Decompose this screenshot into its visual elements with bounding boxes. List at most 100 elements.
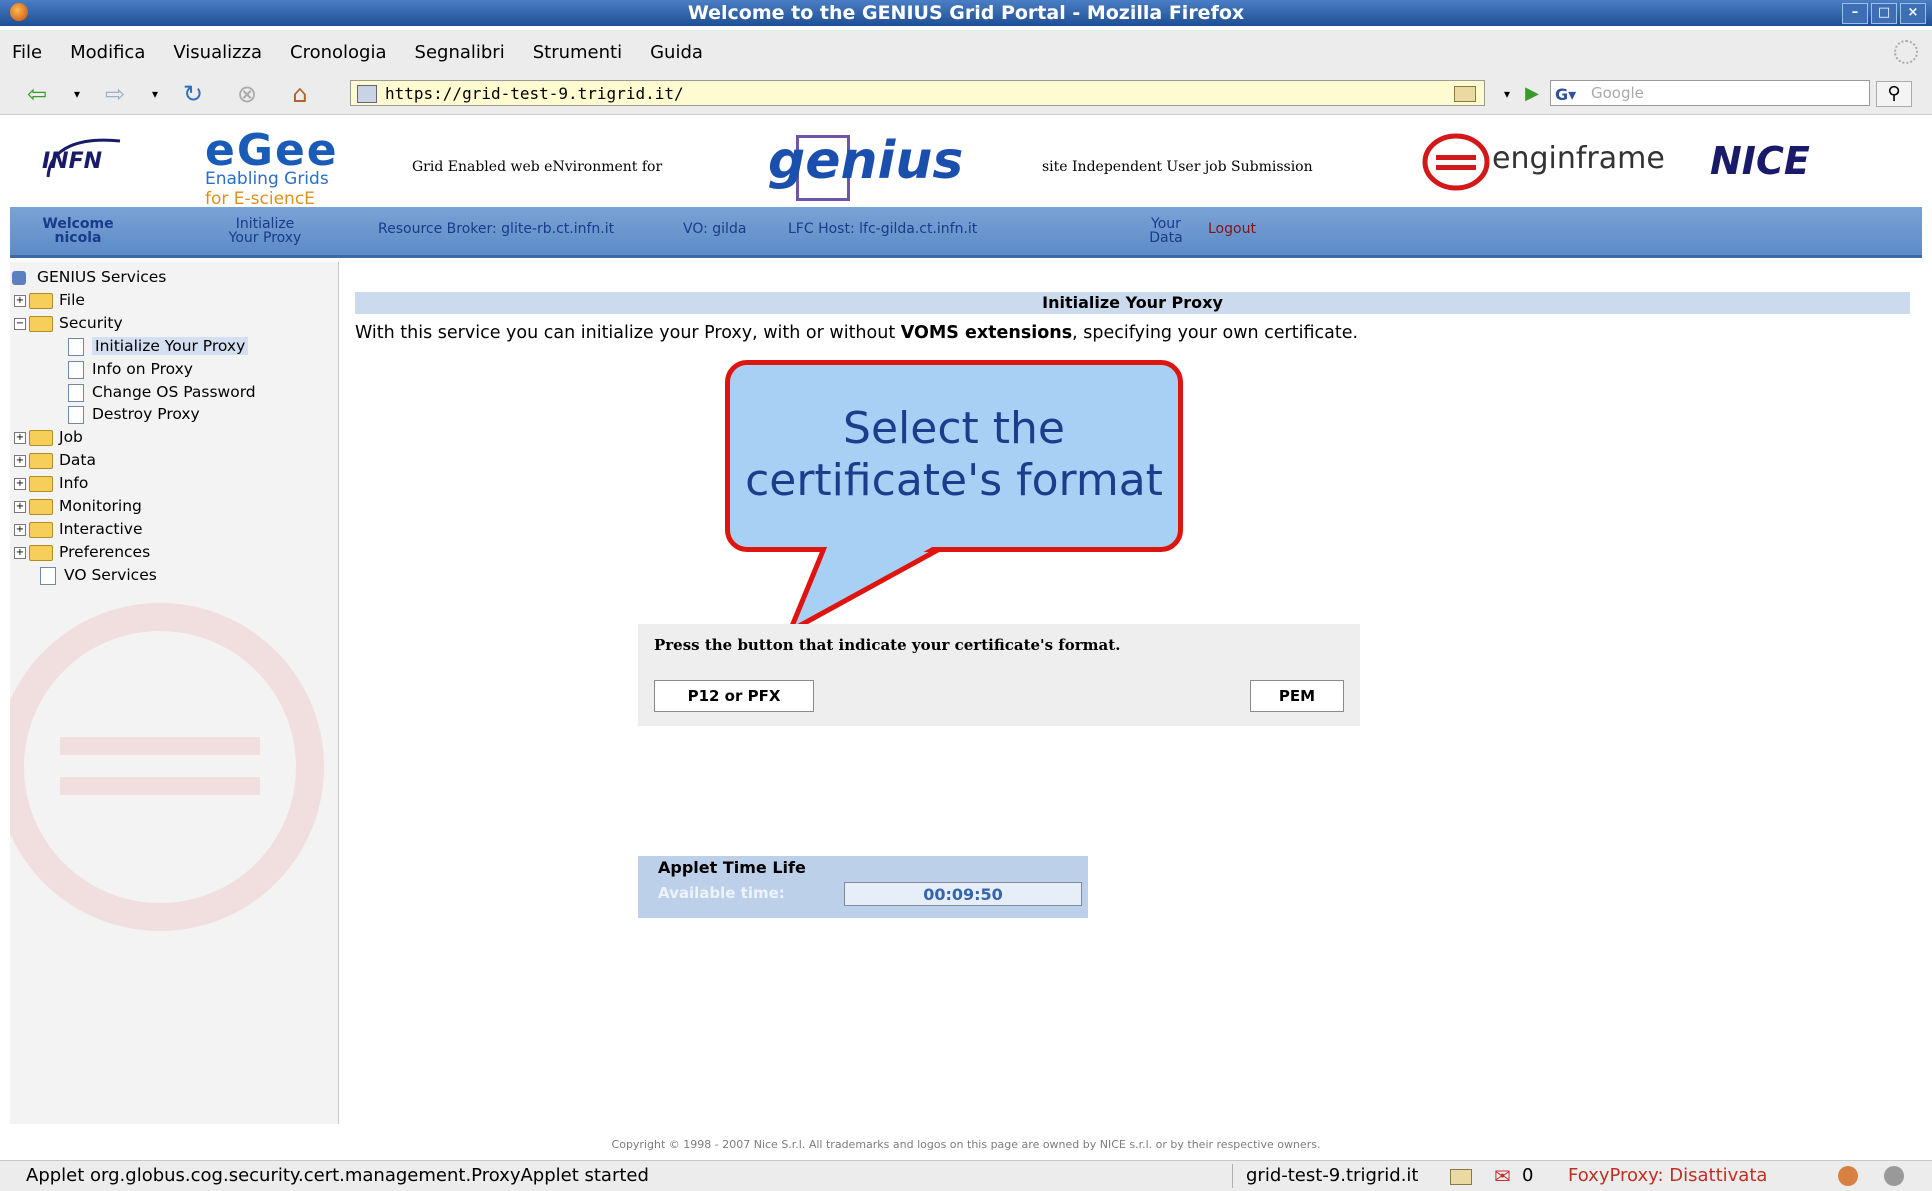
forward-history-dropdown[interactable]: ▾ <box>140 80 170 108</box>
genius-acronym-left: Grid Enabled web eNvironment for <box>412 159 663 175</box>
expand-icon[interactable]: + <box>14 523 26 536</box>
available-time-value: 00:09:50 <box>844 882 1082 906</box>
enginframe-logo: enginframe <box>1422 133 1665 191</box>
expand-icon[interactable]: + <box>14 431 26 444</box>
expand-icon[interactable]: + <box>14 454 26 467</box>
expand-icon[interactable]: + <box>14 477 26 490</box>
lock-icon <box>1454 86 1476 102</box>
resource-broker: Resource Broker: glite-rb.ct.infn.it <box>378 221 615 237</box>
certificate-format-label: Press the button that indicate your cert… <box>654 636 1121 654</box>
menu-segnalibri[interactable]: Segnalibri <box>415 42 505 63</box>
back-arrow-icon[interactable]: ⇦ <box>22 80 52 108</box>
mail-count: 0 <box>1522 1165 1534 1186</box>
go-icon[interactable]: ▶ <box>1517 80 1547 108</box>
page-title: Initialize Your Proxy <box>355 292 1910 314</box>
tree-item-data[interactable]: + Data <box>14 449 96 471</box>
expand-icon[interactable]: + <box>14 294 26 307</box>
username: nicola <box>54 230 102 246</box>
tree-item-job[interactable]: + Job <box>14 426 83 448</box>
google-engine-icon: G▾ <box>1555 85 1577 104</box>
tree-item-initialize-proxy[interactable]: Initialize Your Proxy <box>68 335 249 357</box>
expand-icon[interactable]: + <box>14 500 26 513</box>
window-title: Welcome to the GENIUS Grid Portal - Mozi… <box>687 2 1245 24</box>
collapse-icon[interactable]: − <box>14 317 26 330</box>
search-input[interactable]: G▾ Google <box>1550 80 1870 106</box>
menu-guida[interactable]: Guida <box>650 42 703 63</box>
foxyproxy-status[interactable]: FoxyProxy: Disattivata <box>1568 1161 1767 1191</box>
menu-visualizza[interactable]: Visualizza <box>173 42 262 63</box>
lfc-host: LFC Host: lfc-gilda.ct.infn.it <box>788 221 978 237</box>
folder-icon <box>29 292 53 309</box>
tree-item-interactive[interactable]: + Interactive <box>14 518 143 540</box>
egee-logo: eGee Enabling Grids for E-sciencE <box>205 125 339 210</box>
document-icon <box>68 383 84 402</box>
applet-time-life-panel: Applet Time Life Available time: 00:09:5… <box>638 856 1088 918</box>
status-message: Applet org.globus.cog.security.cert.mana… <box>26 1165 649 1186</box>
search-placeholder: Google <box>1591 84 1644 102</box>
vo-label: VO: gilda <box>683 221 747 237</box>
genius-logo: genius <box>768 133 963 201</box>
folder-icon <box>29 498 53 515</box>
navigation-toolbar: ⇦ ▾ ⇨ ▾ ↻ ⊗ ⌂ https://grid-test-9.trigri… <box>0 74 1932 115</box>
expand-icon[interactable]: + <box>14 546 26 559</box>
menu-strumenti[interactable]: Strumenti <box>533 42 622 63</box>
status-bar: Applet org.globus.cog.security.cert.mana… <box>0 1160 1932 1191</box>
lock-status-icon <box>1450 1169 1472 1185</box>
folder-icon <box>29 544 53 561</box>
url-text: https://grid-test-9.trigrid.it/ <box>385 84 684 103</box>
menubar: File Modifica Visualizza Cronologia Segn… <box>0 30 1932 74</box>
back-history-dropdown[interactable]: ▾ <box>62 80 92 108</box>
document-icon <box>68 360 84 379</box>
maximize-button[interactable]: □ <box>1871 3 1897 24</box>
document-icon <box>40 566 56 585</box>
copyright-text: Copyright © 1998 - 2007 Nice S.r.l. All … <box>611 1138 1321 1151</box>
tree-item-change-password[interactable]: Change OS Password <box>68 381 256 403</box>
throbber-icon <box>1894 40 1918 64</box>
services-tree: GENIUS Services + File − Security Initiali… <box>10 262 339 1124</box>
portal-navbar: Welcome nicola Initialize Your Proxy Res… <box>10 207 1922 258</box>
p12-pfx-button[interactable]: P12 or PFX <box>654 680 814 712</box>
menu-cronologia[interactable]: Cronologia <box>290 42 386 63</box>
window-titlebar: Welcome to the GENIUS Grid Portal - Mozi… <box>0 0 1932 26</box>
main-content: Initialize Your Proxy With this service … <box>345 262 1922 1124</box>
page-description: With this service you can initialize you… <box>355 323 1359 343</box>
addon-icon[interactable] <box>1884 1166 1904 1186</box>
pem-button[interactable]: PEM <box>1250 680 1344 712</box>
logout-link[interactable]: Logout <box>1208 222 1256 236</box>
stop-icon[interactable]: ⊗ <box>232 80 262 108</box>
tree-item-info-proxy[interactable]: Info on Proxy <box>68 358 193 380</box>
folder-icon <box>29 521 53 538</box>
tree-item-file[interactable]: + File <box>14 289 85 311</box>
certificate-format-panel: Press the button that indicate your cert… <box>638 624 1360 726</box>
tree-item-vo-services[interactable]: VO Services <box>40 564 157 586</box>
home-icon[interactable]: ⌂ <box>285 80 315 108</box>
foxyproxy-icon[interactable] <box>1838 1166 1858 1186</box>
document-icon <box>68 405 84 424</box>
menu-modifica[interactable]: Modifica <box>70 42 145 63</box>
init-proxy-link[interactable]: Initialize Your Proxy <box>205 217 325 245</box>
mail-icon[interactable]: ✉ <box>1494 1161 1511 1191</box>
menu-file[interactable]: File <box>12 42 42 63</box>
minimize-button[interactable]: – <box>1842 3 1868 24</box>
site-icon <box>357 85 377 103</box>
url-input[interactable]: https://grid-test-9.trigrid.it/ <box>350 80 1485 106</box>
tree-root: GENIUS Services <box>12 266 166 288</box>
forward-arrow-icon[interactable]: ⇨ <box>100 80 130 108</box>
folder-icon <box>29 452 53 469</box>
folder-icon <box>29 429 53 446</box>
close-button[interactable]: × <box>1900 3 1926 24</box>
search-icon[interactable]: ⚲ <box>1876 81 1912 107</box>
nice-logo: NICE <box>1710 139 1810 183</box>
watermark-logo <box>10 603 324 931</box>
tree-item-security[interactable]: − Security <box>14 312 123 334</box>
reload-icon[interactable]: ↻ <box>178 80 208 108</box>
tree-item-preferences[interactable]: + Preferences <box>14 541 150 563</box>
your-data-link[interactable]: Your Data <box>1136 217 1196 245</box>
portal-header: INFN eGee Enabling Grids for E-sciencE G… <box>0 115 1932 210</box>
tree-item-destroy-proxy[interactable]: Destroy Proxy <box>68 403 200 425</box>
folder-icon <box>29 475 53 492</box>
tree-item-info[interactable]: + Info <box>14 472 88 494</box>
callout-annotation: Select the certificate's format <box>725 360 1183 552</box>
tree-item-monitoring[interactable]: + Monitoring <box>14 495 142 517</box>
services-icon <box>12 270 26 285</box>
